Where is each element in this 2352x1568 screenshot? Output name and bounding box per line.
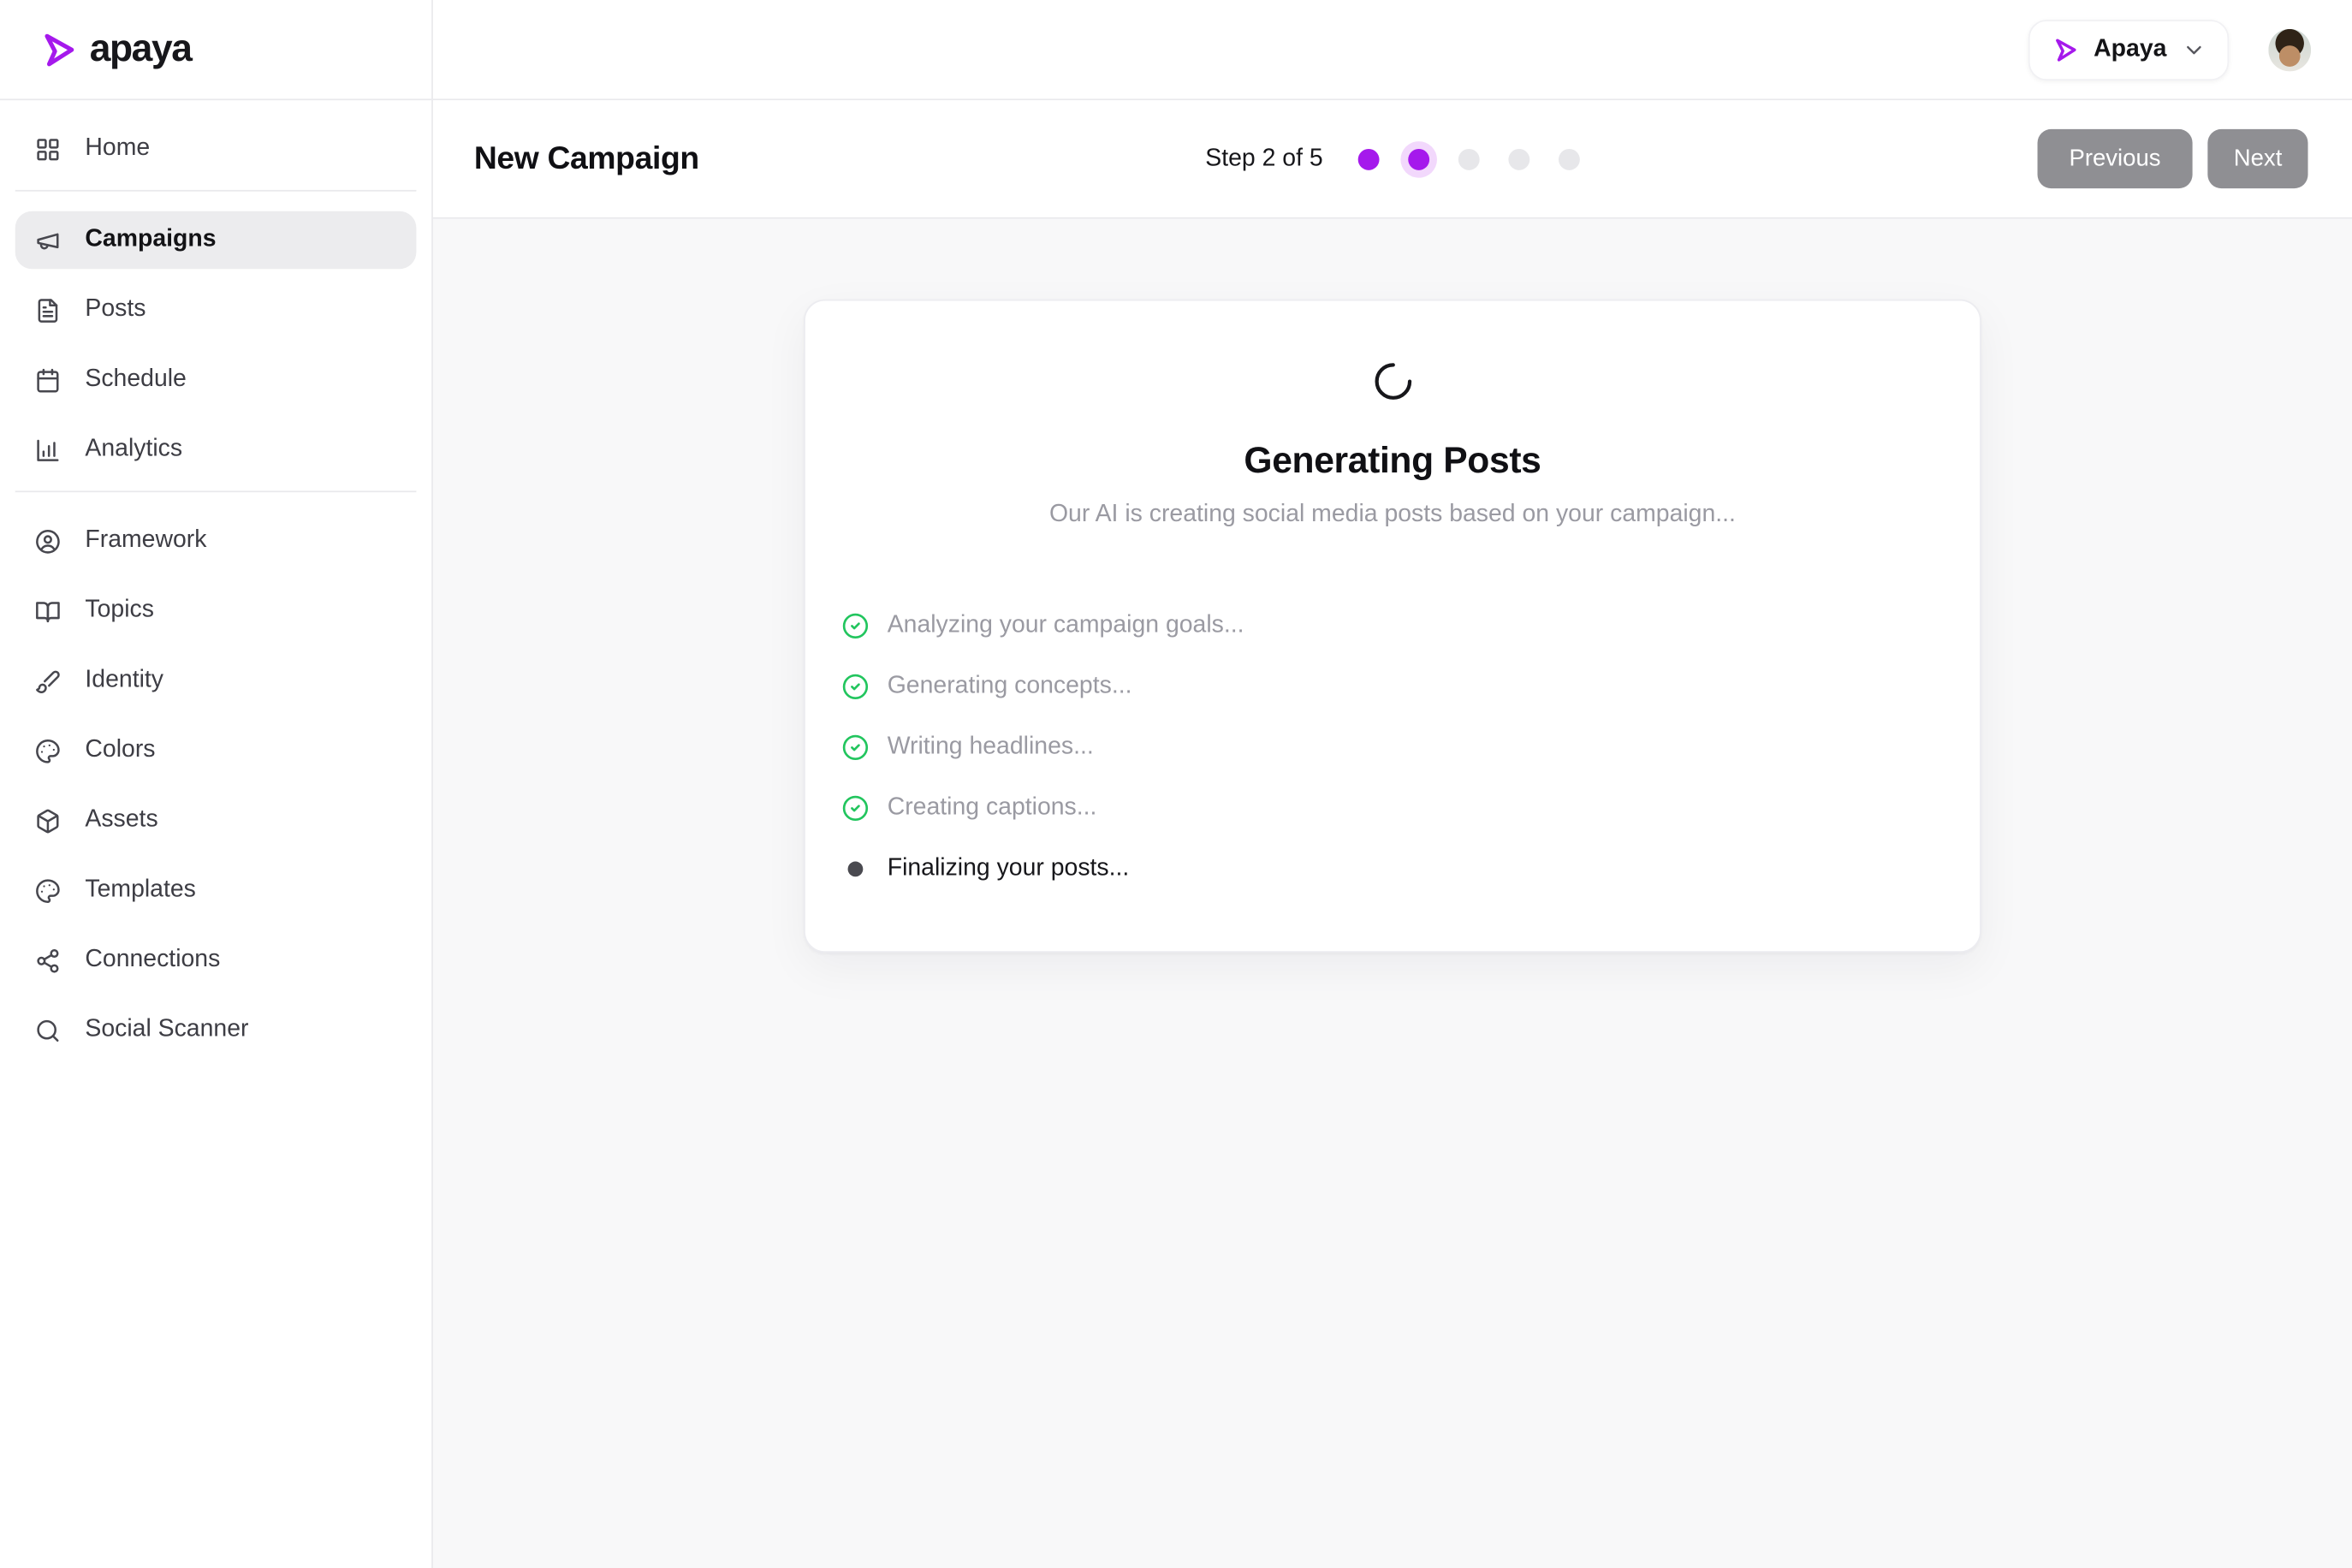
paintbrush-icon — [35, 668, 61, 693]
step-dot-5 — [1559, 148, 1580, 169]
spinner-icon — [1373, 361, 1412, 401]
step-label: Step 2 of 5 — [1205, 146, 1322, 173]
workspace-name: Apaya — [2094, 36, 2166, 63]
sidebar-item-posts[interactable]: Posts — [15, 281, 417, 338]
user-avatar[interactable] — [2268, 28, 2311, 71]
previous-button[interactable]: Previous — [2037, 129, 2193, 188]
header-actions: Previous Next — [2037, 129, 2307, 188]
circle-user-icon — [35, 528, 61, 554]
task-label: Analyzing your campaign goals... — [888, 612, 1244, 639]
sidebar-item-connections[interactable]: Connections — [15, 931, 417, 989]
sidebar-item-social-scanner[interactable]: Social Scanner — [15, 1001, 417, 1059]
sidebar-item-schedule[interactable]: Schedule — [15, 351, 417, 408]
share-icon — [35, 947, 61, 973]
card-title: Generating Posts — [841, 441, 1943, 484]
task-label: Finalizing your posts... — [888, 855, 1130, 882]
topbar: Apaya — [433, 0, 2352, 100]
sidebar-item-analytics[interactable]: Analytics — [15, 421, 417, 478]
page-title: New Campaign — [474, 140, 699, 177]
circle-check-icon — [841, 734, 869, 761]
chevron-down-icon — [2182, 37, 2206, 61]
next-button[interactable]: Next — [2208, 129, 2308, 188]
chart-column-icon — [35, 437, 61, 462]
sidebar-item-label: Social Scanner — [85, 1017, 248, 1044]
task-label: Creating captions... — [888, 794, 1097, 822]
sidebar-item-label: Analytics — [85, 436, 182, 463]
calendar-icon — [35, 367, 61, 393]
sidebar-item-label: Connections — [85, 947, 220, 974]
step-dot-4 — [1508, 148, 1529, 169]
task-label: Generating concepts... — [888, 673, 1132, 700]
task-generating-concepts: Generating concepts... — [841, 656, 1943, 717]
step-indicator: Step 2 of 5 — [1205, 146, 1579, 173]
app-root: apaya Home Campaigns Posts Schedule Analytic… — [0, 0, 2352, 1568]
sidebar-divider — [15, 490, 417, 492]
workspace-switcher[interactable]: Apaya — [2028, 19, 2229, 80]
sidebar-item-campaigns[interactable]: Campaigns — [15, 211, 417, 269]
sidebar-item-label: Schedule — [85, 366, 186, 394]
task-writing-headlines: Writing headlines... — [841, 717, 1943, 778]
sidebar-item-templates[interactable]: Templates — [15, 862, 417, 919]
sidebar-item-label: Campaigns — [85, 227, 216, 254]
step-dots — [1357, 148, 1579, 169]
sidebar-item-assets[interactable]: Assets — [15, 792, 417, 849]
active-task-bullet-icon — [848, 862, 864, 877]
logo-text: apaya — [90, 27, 192, 71]
card-subtitle: Our AI is creating social media posts ba… — [841, 502, 1943, 529]
sidebar-item-home[interactable]: Home — [15, 120, 417, 177]
content-area: Generating Posts Our AI is creating soci… — [433, 219, 2352, 1568]
logo-arrow-icon — [38, 30, 77, 69]
circle-check-icon — [841, 673, 869, 700]
sidebar-item-label: Colors — [85, 737, 155, 764]
circle-check-icon — [841, 794, 869, 822]
task-label: Writing headlines... — [888, 734, 1094, 761]
layout-grid-icon — [35, 136, 61, 162]
sidebar-item-label: Framework — [85, 527, 206, 555]
book-open-icon — [35, 598, 61, 624]
step-dot-1 — [1357, 148, 1379, 169]
sidebar-divider — [15, 190, 417, 192]
task-finalizing-your-posts: Finalizing your posts... — [841, 839, 1943, 900]
sidebar-item-topics[interactable]: Topics — [15, 582, 417, 639]
step-dot-3 — [1458, 148, 1480, 169]
palette-icon — [35, 877, 61, 903]
sidebar-item-label: Posts — [85, 296, 146, 324]
sidebar-item-label: Assets — [85, 807, 157, 834]
brand-logo: apaya — [0, 0, 431, 100]
search-icon — [35, 1017, 61, 1042]
sidebar-nav: Home Campaigns Posts Schedule Analytics Frame… — [0, 100, 431, 1090]
sidebar-item-identity[interactable]: Identity — [15, 652, 417, 710]
sidebar-item-colors[interactable]: Colors — [15, 722, 417, 779]
page-header: New Campaign Step 2 of 5 Previous Next — [433, 100, 2352, 218]
circle-check-icon — [841, 612, 869, 639]
file-text-icon — [35, 297, 61, 323]
package-icon — [35, 808, 61, 834]
megaphone-icon — [35, 227, 61, 252]
task-list: Analyzing your campaign goals... Generati… — [841, 596, 1943, 900]
sidebar-item-framework[interactable]: Framework — [15, 512, 417, 569]
sidebar-item-label: Identity — [85, 667, 163, 694]
main-column: Apaya New Campaign Step 2 of 5 Previous … — [433, 0, 2352, 1568]
palette-icon — [35, 738, 61, 763]
step-dot-2 — [1408, 148, 1429, 169]
sidebar: apaya Home Campaigns Posts Schedule Analytic… — [0, 0, 433, 1568]
task-analyzing-your-campaign-goals: Analyzing your campaign goals... — [841, 596, 1943, 656]
sidebar-item-label: Home — [85, 135, 150, 163]
sidebar-item-label: Templates — [85, 876, 195, 904]
task-creating-captions: Creating captions... — [841, 778, 1943, 839]
sidebar-item-label: Topics — [85, 597, 154, 625]
logo-arrow-icon — [2051, 36, 2078, 63]
generating-posts-card: Generating Posts Our AI is creating soci… — [804, 300, 1981, 953]
